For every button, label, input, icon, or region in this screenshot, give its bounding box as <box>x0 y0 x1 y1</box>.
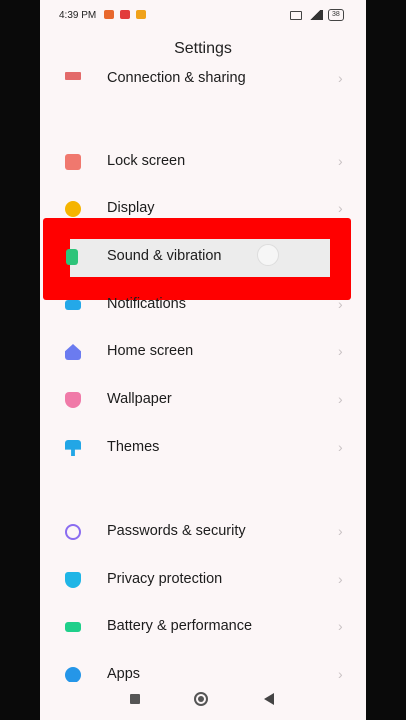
chevron-right-icon: › <box>338 666 343 682</box>
settings-item-label: Apps <box>107 666 141 682</box>
chevron-right-icon: › <box>338 439 343 455</box>
chevron-right-icon: › <box>338 571 343 587</box>
left-letterbox <box>0 0 40 720</box>
settings-item-label: Privacy protection <box>107 571 223 587</box>
recents-button[interactable] <box>130 694 140 704</box>
app-notification-icon <box>104 10 114 19</box>
sun-icon <box>65 201 81 217</box>
settings-item-label: Home screen <box>107 343 194 359</box>
right-letterbox <box>366 0 406 720</box>
chevron-right-icon: › <box>338 296 343 312</box>
sim-icon <box>290 10 302 20</box>
chevron-right-icon: › <box>338 153 343 169</box>
settings-item-label: Themes <box>107 439 160 455</box>
settings-item-sound-vibration[interactable]: Sound & vibration <box>40 234 366 280</box>
settings-item-label: Wallpaper <box>107 391 172 407</box>
apps-icon <box>65 667 81 682</box>
lock-icon <box>65 154 81 170</box>
touch-indicator <box>257 244 279 266</box>
chevron-right-icon: › <box>338 343 343 359</box>
battery-icon <box>65 622 81 632</box>
phone-screen: 4:39 PM 38 Settings Connection & sharing… <box>40 0 366 720</box>
signal-icon <box>307 10 323 20</box>
settings-item-label: Display <box>107 200 155 216</box>
chevron-right-icon: › <box>338 523 343 539</box>
settings-item-wallpaper[interactable]: Wallpaper › <box>40 377 366 423</box>
status-right: 38 <box>290 9 344 21</box>
settings-item-connection-sharing[interactable]: Connection & sharing › <box>40 56 366 96</box>
settings-item-label: Notifications <box>107 296 186 312</box>
settings-item-passwords-security[interactable]: Passwords & security › <box>40 509 366 555</box>
notification-icon <box>65 300 81 310</box>
battery-status-icon: 38 <box>328 9 344 21</box>
settings-item-label: Lock screen <box>107 153 186 169</box>
settings-item-privacy-protection[interactable]: Privacy protection › <box>40 557 366 603</box>
fingerprint-icon <box>65 524 81 540</box>
home-button[interactable] <box>194 692 208 706</box>
settings-item-battery-performance[interactable]: Battery & performance › <box>40 604 366 650</box>
wallpaper-icon <box>65 392 81 408</box>
back-button[interactable] <box>264 693 274 705</box>
settings-item-lock-screen[interactable]: Lock screen › <box>40 139 366 185</box>
home-icon <box>65 344 81 360</box>
settings-item-themes[interactable]: Themes › <box>40 425 366 471</box>
settings-item-notifications[interactable]: Notifications › <box>40 282 366 328</box>
settings-item-home-screen[interactable]: Home screen › <box>40 329 366 375</box>
chevron-right-icon: › <box>338 70 343 86</box>
chevron-right-icon: › <box>338 391 343 407</box>
status-time: 4:39 PM <box>59 10 97 21</box>
alert-notification-icon <box>136 10 146 19</box>
privacy-icon <box>65 572 81 588</box>
themes-icon <box>65 440 81 456</box>
youtube-notification-icon <box>120 10 130 19</box>
settings-item-apps[interactable]: Apps › <box>40 652 366 682</box>
settings-item-label: Connection & sharing <box>107 70 246 86</box>
speaker-icon <box>66 249 78 265</box>
navigation-bar <box>40 682 366 720</box>
connection-icon <box>65 72 81 80</box>
status-bar: 4:39 PM 38 <box>40 0 366 30</box>
chevron-right-icon: › <box>338 618 343 634</box>
settings-item-label: Battery & performance <box>107 618 253 634</box>
chevron-right-icon: › <box>338 200 343 216</box>
settings-item-label: Sound & vibration <box>107 248 222 264</box>
settings-item-label: Passwords & security <box>107 523 246 539</box>
